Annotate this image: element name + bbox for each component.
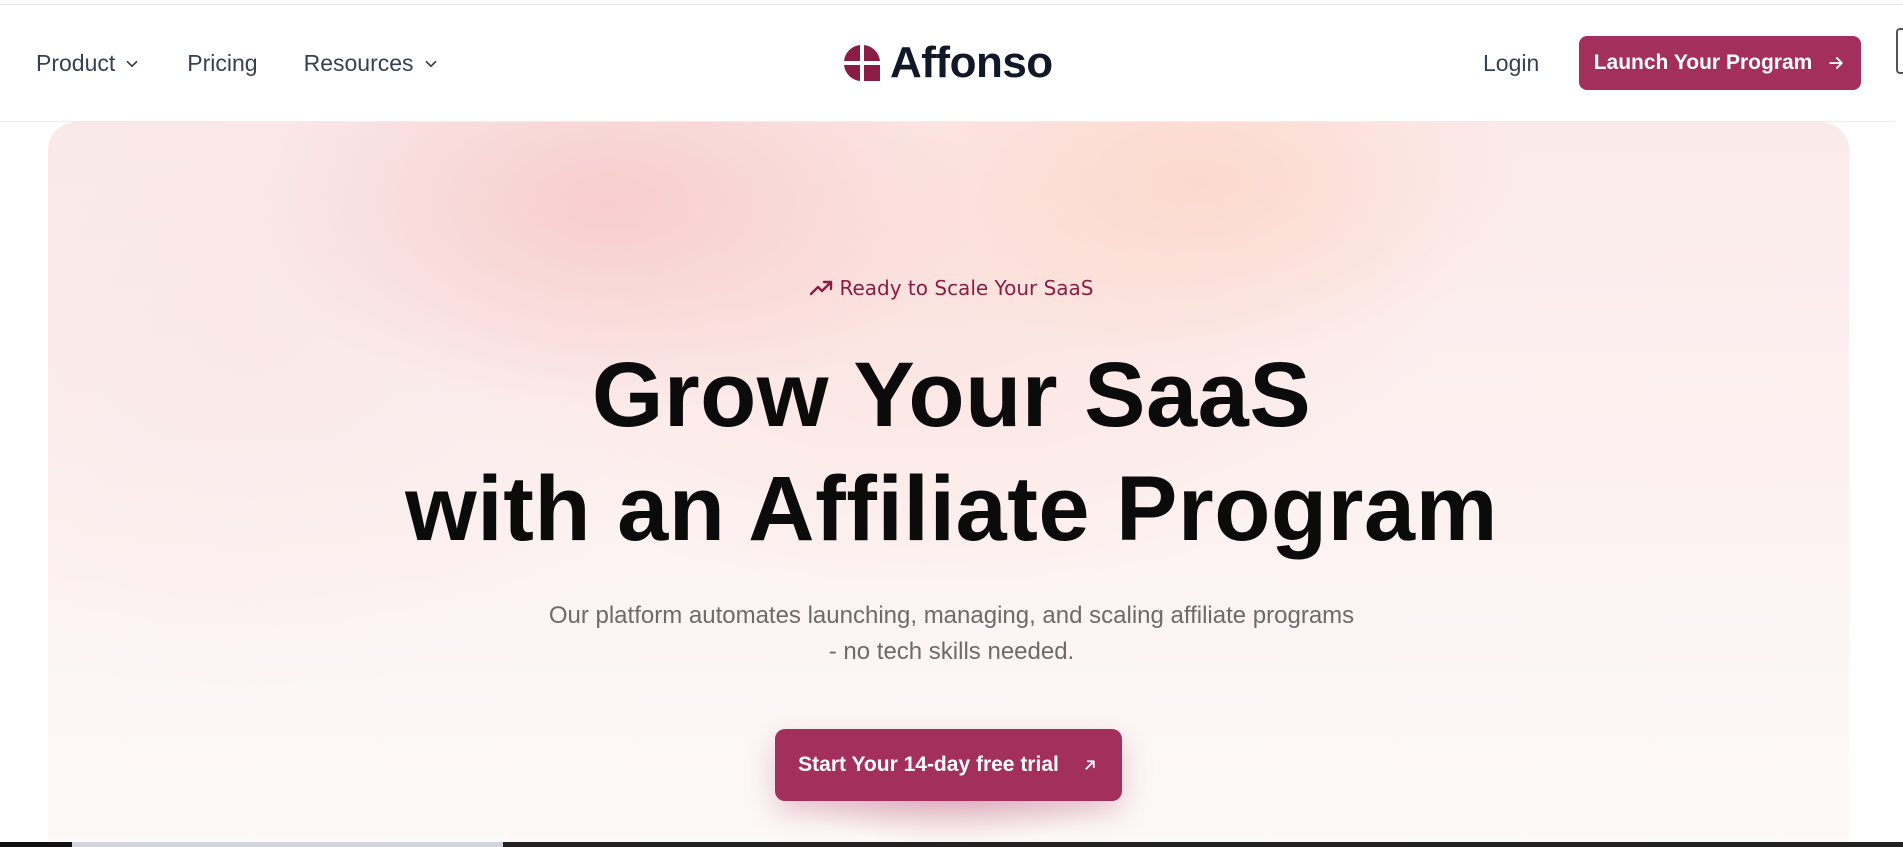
arrow-up-right-icon <box>1085 760 1095 770</box>
nav-pricing[interactable]: Pricing <box>187 50 257 77</box>
arrow-right-icon <box>1829 57 1844 69</box>
chevron-down-icon <box>126 60 138 67</box>
window-bottom-segment <box>0 842 72 847</box>
hero-headline-line1: Grow Your SaaS <box>591 344 1312 446</box>
start-trial-label: Start Your 14-day free trial <box>798 753 1059 776</box>
hero-subtext-line2: - no tech skills needed. <box>828 638 1075 665</box>
start-trial-button[interactable]: Start Your 14-day free trial <box>775 729 1122 801</box>
hero-tagline-text: Ready to Scale Your SaaS <box>839 276 1094 300</box>
brand-name: Affonso <box>890 38 1053 87</box>
site-header: Product Pricing Resources Affonso Login … <box>0 5 1895 122</box>
nav-product-label: Product <box>36 50 116 76</box>
window-bottom-segment <box>503 842 1903 847</box>
hero-tagline: Ready to Scale Your SaaS <box>0 276 1903 300</box>
login-label: Login <box>1483 50 1540 76</box>
affonso-logo-icon <box>844 45 880 81</box>
chevron-down-icon <box>425 60 436 67</box>
launch-program-button[interactable]: Launch Your Program <box>1579 36 1861 90</box>
nav-resources[interactable]: Resources <box>304 50 440 77</box>
nav-product[interactable]: Product <box>36 50 141 77</box>
hero-headline: Grow Your SaaS with an Affiliate Program <box>0 338 1903 566</box>
brand-logo[interactable]: Affonso <box>842 38 1053 87</box>
hero-subtext: Our platform automates launching, managi… <box>0 598 1903 670</box>
nav-resources-label: Resources <box>303 50 414 76</box>
login-link[interactable]: Login <box>1483 5 1539 122</box>
nav-pricing-label: Pricing <box>187 50 258 76</box>
hero-headline-line2: with an Affiliate Program <box>405 458 1498 560</box>
scrollbar-thumb[interactable] <box>1896 28 1903 74</box>
trending-up-icon <box>810 280 833 296</box>
hero-subtext-line1: Our platform automates launching, managi… <box>548 602 1355 629</box>
launch-program-label: Launch Your Program <box>1593 51 1813 74</box>
primary-nav: Product Pricing Resources <box>36 5 440 122</box>
